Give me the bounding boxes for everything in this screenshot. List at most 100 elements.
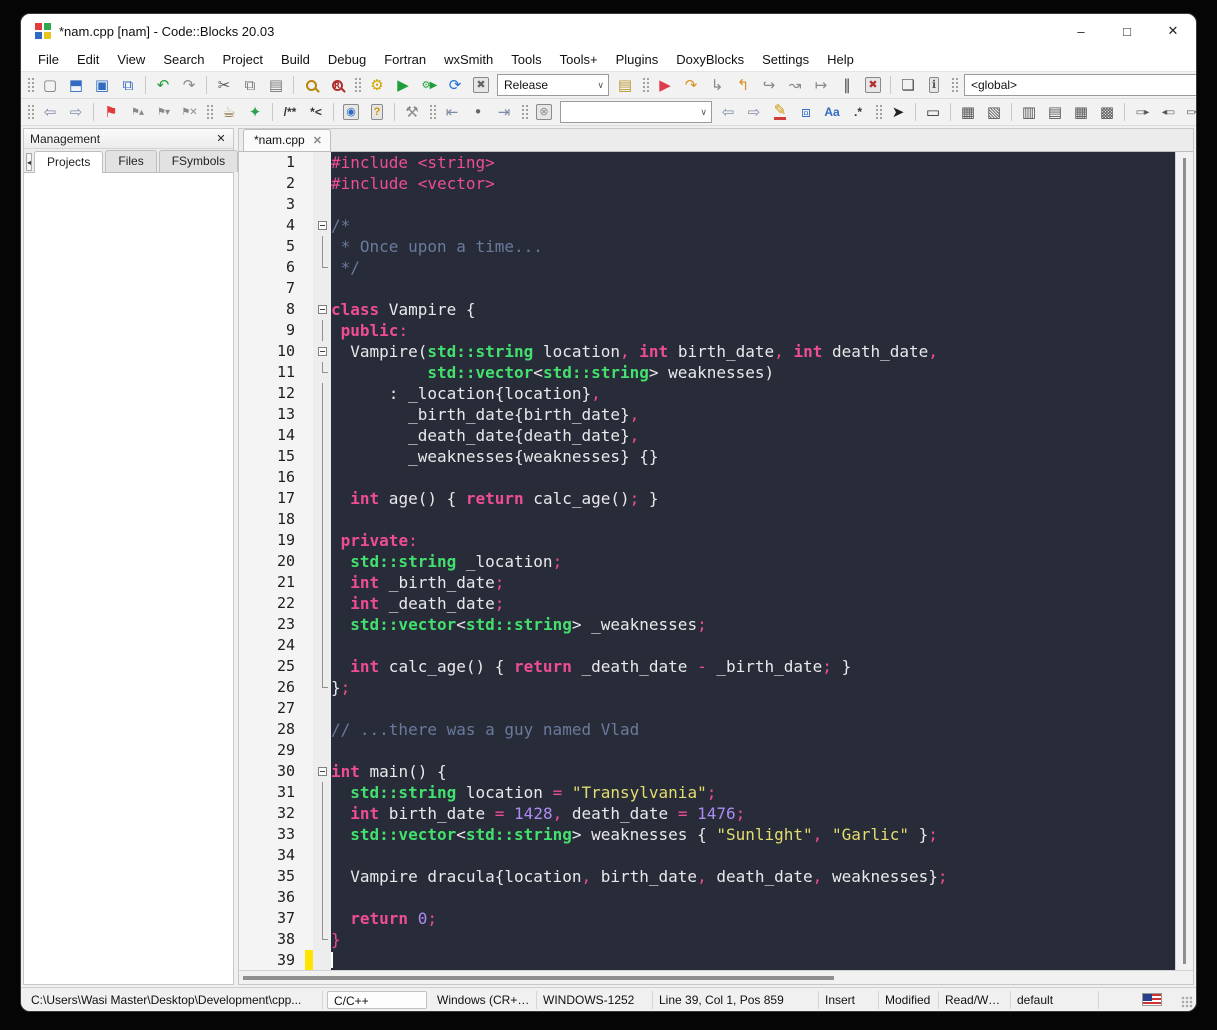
save-all-button[interactable]: ⧉: [116, 74, 140, 97]
toolbar-grip[interactable]: [874, 103, 882, 121]
clear-bookmarks-button[interactable]: ⚑✕: [177, 101, 201, 124]
prev-bookmark-button[interactable]: ⚑▴: [125, 101, 149, 124]
menu-fortran[interactable]: Fortran: [375, 49, 435, 70]
new-file-button[interactable]: ▢: [38, 74, 62, 97]
undo-button[interactable]: ↶: [151, 74, 175, 97]
incsearch-prev-button[interactable]: ⇤: [440, 101, 464, 124]
wxs-align-left-button[interactable]: ▥: [1017, 101, 1041, 124]
nav-back-button[interactable]: ⇦: [38, 101, 62, 124]
menu-search[interactable]: Search: [154, 49, 213, 70]
doxy-extract-docs-button[interactable]: ☕: [217, 101, 241, 124]
minimize-button[interactable]: –: [1058, 14, 1104, 48]
wxs-sizer-vertical-button[interactable]: ◂▭: [1156, 101, 1180, 124]
fold-collapse-icon[interactable]: [318, 767, 327, 776]
match-case-button[interactable]: Aa: [820, 101, 844, 124]
wxs-panel-button[interactable]: ▦: [956, 101, 980, 124]
management-tab-projects[interactable]: Projects: [34, 151, 103, 173]
symbol-scope-select[interactable]: <global>∨: [964, 74, 1196, 96]
fold-margin[interactable]: [313, 761, 331, 782]
editor-tab-nam-cpp[interactable]: *nam.cpp ✕: [243, 129, 331, 151]
rebuild-button[interactable]: ⟳: [443, 74, 467, 97]
resize-grip[interactable]: [1181, 996, 1193, 1008]
toolbar-grip[interactable]: [353, 76, 361, 94]
management-close-icon[interactable]: ✕: [213, 132, 229, 145]
toggle-bookmark-button[interactable]: ⚑: [99, 101, 123, 124]
wxs-align-right-button[interactable]: ▦: [1069, 101, 1093, 124]
fold-margin[interactable]: [313, 215, 331, 236]
menu-project[interactable]: Project: [214, 49, 272, 70]
debugging-windows-button[interactable]: ❏: [896, 74, 920, 97]
menu-file[interactable]: File: [29, 49, 68, 70]
paste-button[interactable]: ▤: [264, 74, 288, 97]
toolbar-grip[interactable]: [205, 103, 213, 121]
wxs-pointer-button[interactable]: ➤: [886, 101, 910, 124]
find-button[interactable]: [299, 74, 323, 97]
next-bookmark-button[interactable]: ⚑▾: [151, 101, 175, 124]
doxy-run-chm-button[interactable]: ?: [365, 101, 389, 124]
toolbar-grip[interactable]: [641, 76, 649, 94]
toolbar-grip[interactable]: [520, 103, 528, 121]
save-file-button[interactable]: ▣: [90, 74, 114, 97]
incsearch-highlight-button[interactable]: •: [466, 101, 490, 124]
menu-build[interactable]: Build: [272, 49, 319, 70]
menu-doxyblocks[interactable]: DoxyBlocks: [667, 49, 753, 70]
search-result-next-button[interactable]: ⇨: [742, 101, 766, 124]
tab-close-icon[interactable]: ✕: [313, 134, 322, 147]
build-target-options-button[interactable]: ▤: [613, 74, 637, 97]
incsearch-next-button[interactable]: ⇥: [492, 101, 516, 124]
menu-tools[interactable]: Tools+: [551, 49, 607, 70]
fold-collapse-icon[interactable]: [318, 347, 327, 356]
toolbar-grip[interactable]: [26, 76, 34, 94]
project-tree-area[interactable]: [24, 173, 233, 984]
doxy-run-html-button[interactable]: ◉: [339, 101, 363, 124]
horizontal-scrollbar[interactable]: [239, 970, 1193, 984]
pause-debugger-button[interactable]: ∥: [835, 74, 859, 97]
run-button[interactable]: ▶: [391, 74, 415, 97]
open-file-button[interactable]: ⬒: [64, 74, 88, 97]
wxs-align-top-button[interactable]: ▤: [1043, 101, 1067, 124]
wxs-book-button[interactable]: ▧: [982, 101, 1006, 124]
menu-debug[interactable]: Debug: [319, 49, 375, 70]
fold-collapse-icon[interactable]: [318, 221, 327, 230]
replace-button[interactable]: R: [325, 74, 349, 97]
fold-margin[interactable]: [313, 341, 331, 362]
management-tab-files[interactable]: Files: [105, 150, 156, 172]
step-over-button[interactable]: ↷: [679, 74, 703, 97]
doxy-block-comment-button[interactable]: /**: [278, 101, 302, 124]
debug-continue-button[interactable]: ▶: [653, 74, 677, 97]
toolbar-grip[interactable]: [950, 76, 958, 94]
horizontal-scrollbar-thumb[interactable]: [243, 976, 834, 980]
menu-edit[interactable]: Edit: [68, 49, 108, 70]
search-result-prev-button[interactable]: ⇦: [716, 101, 740, 124]
toolbar-grip[interactable]: [26, 103, 34, 121]
toolbar-grip[interactable]: [428, 103, 436, 121]
menu-help[interactable]: Help: [818, 49, 863, 70]
copy-button[interactable]: ⧉: [238, 74, 262, 97]
nav-forward-button[interactable]: ⇨: [64, 101, 88, 124]
maximize-button[interactable]: □: [1104, 14, 1150, 48]
selected-text-search-button[interactable]: ⧈: [794, 101, 818, 124]
build-target-select[interactable]: Release∨: [497, 74, 609, 96]
menu-settings[interactable]: Settings: [753, 49, 818, 70]
vertical-scrollbar-thumb[interactable]: [1183, 158, 1186, 964]
doxy-wizard-button[interactable]: ✦: [243, 101, 267, 124]
stop-debugger-button[interactable]: ✖: [861, 74, 885, 97]
wxs-sizer-horizontal-button[interactable]: ▭▸: [1130, 101, 1154, 124]
management-tab-fsymbols[interactable]: FSymbols: [159, 150, 238, 172]
doxy-settings-button[interactable]: ⚒: [400, 101, 424, 124]
doxy-line-comment-button[interactable]: *<: [304, 101, 328, 124]
build-button[interactable]: ⚙: [365, 74, 389, 97]
abort-build-button[interactable]: ✖: [469, 74, 493, 97]
build-and-run-button[interactable]: ⚙▶: [417, 74, 441, 97]
step-out-button[interactable]: ↰: [731, 74, 755, 97]
use-regex-button[interactable]: .*: [846, 101, 870, 124]
redo-button[interactable]: ↷: [177, 74, 201, 97]
menu-tools[interactable]: Tools: [502, 49, 550, 70]
step-into-button[interactable]: ↳: [705, 74, 729, 97]
cut-button[interactable]: ✂: [212, 74, 236, 97]
wxs-align-bottom-button[interactable]: ▩: [1095, 101, 1119, 124]
fold-margin[interactable]: [313, 299, 331, 320]
various-info-button[interactable]: ℹ: [922, 74, 946, 97]
code-editor[interactable]: 1#include <string>2#include <vector>34/*…: [239, 152, 1175, 970]
incsearch-clear-button[interactable]: ⊗: [532, 101, 556, 124]
